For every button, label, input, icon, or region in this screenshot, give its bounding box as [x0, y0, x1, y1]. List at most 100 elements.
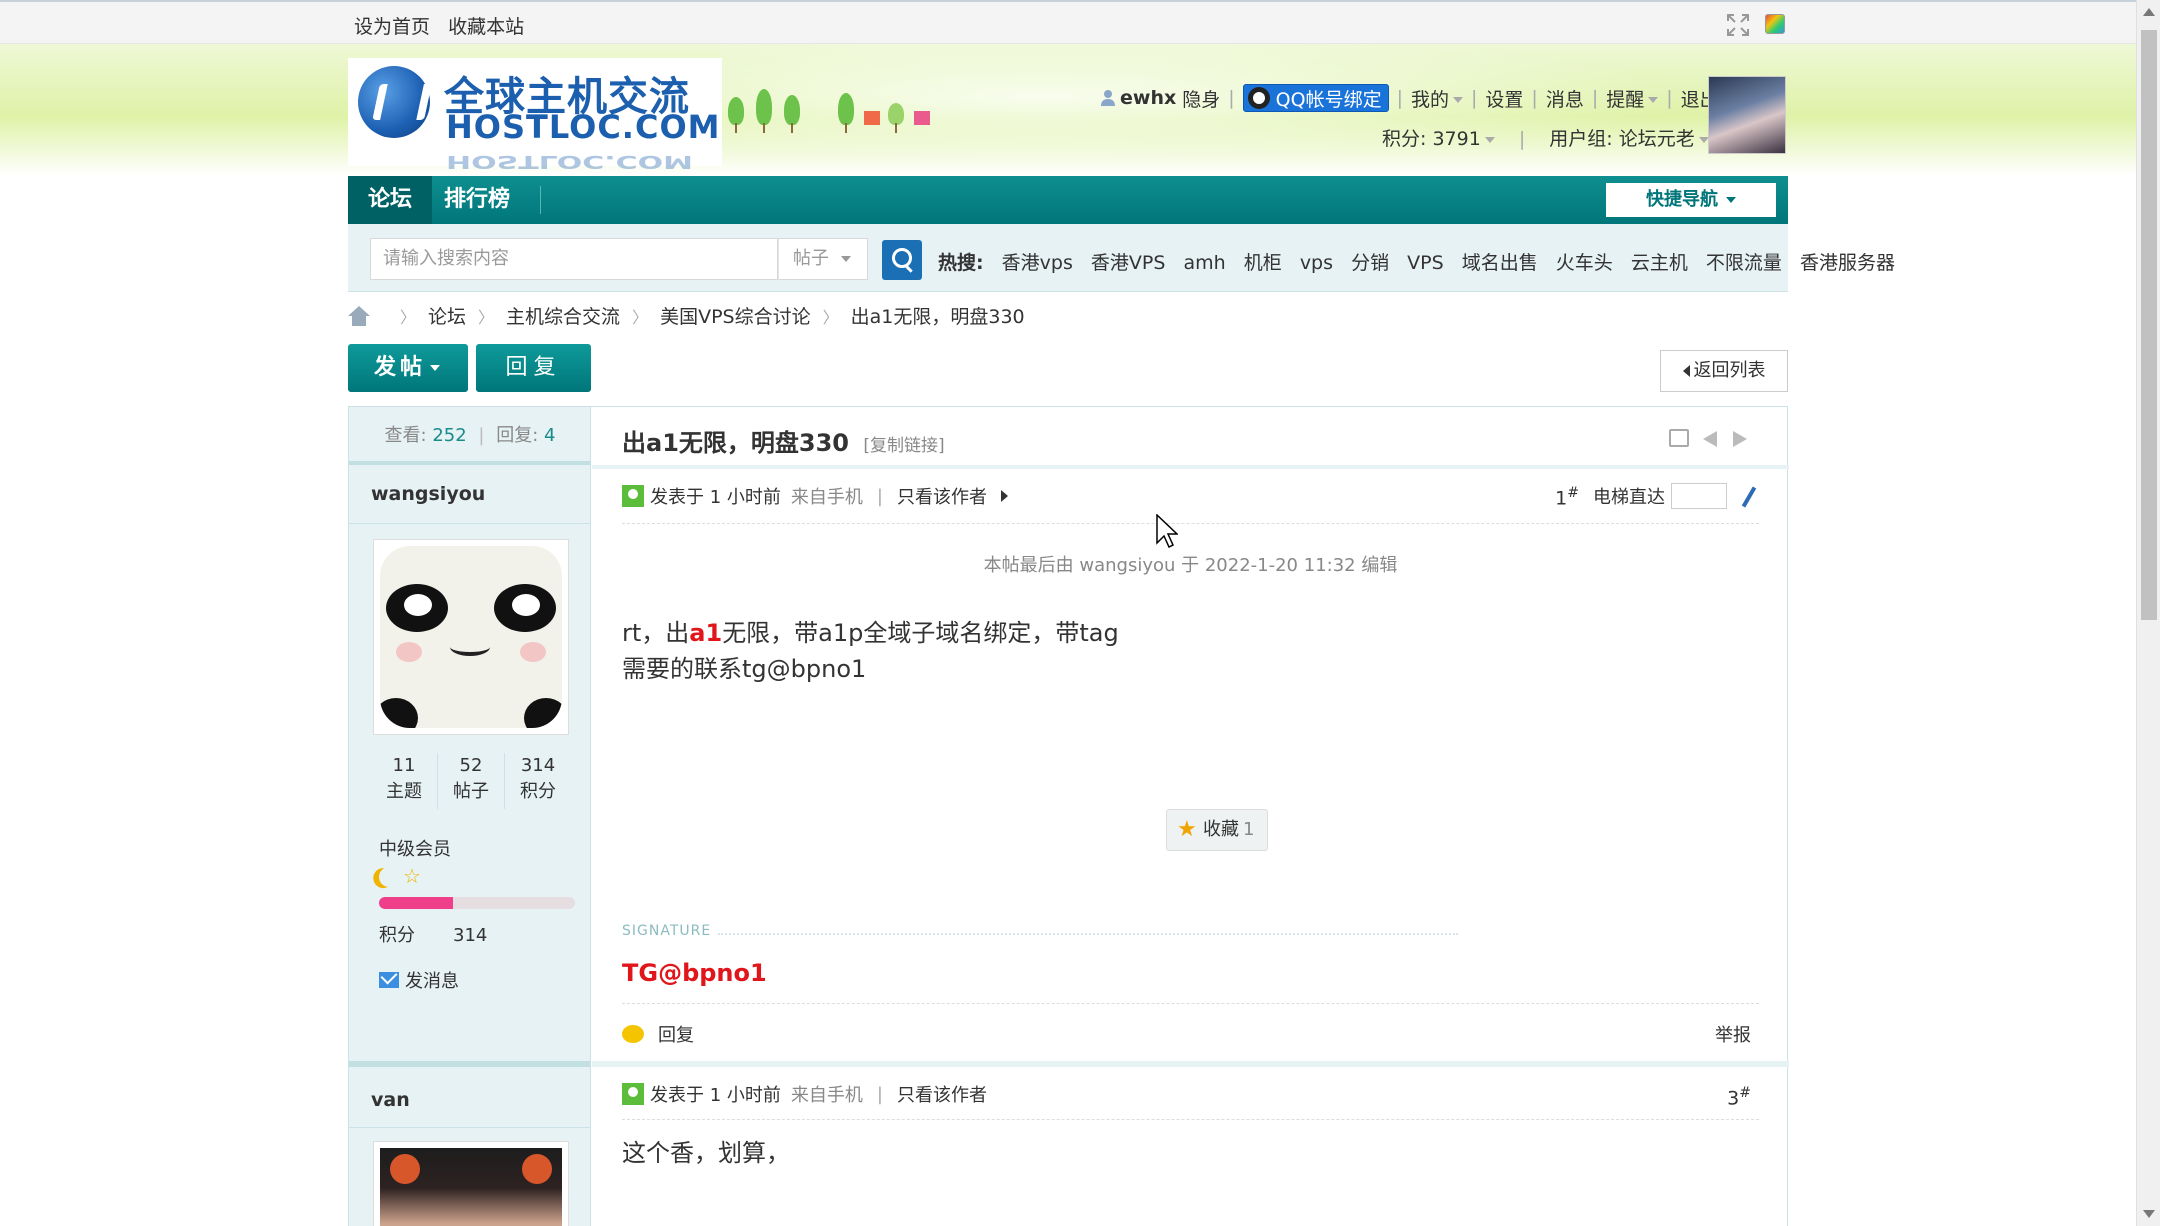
mail-icon [379, 972, 399, 988]
hot-item[interactable]: amh [1184, 252, 1226, 274]
hot-item[interactable]: 香港vps [1002, 252, 1073, 274]
nav-forum[interactable]: 论坛 [348, 176, 433, 224]
prev-thread-icon[interactable] [1703, 431, 1717, 447]
quick-nav-button[interactable]: 快捷导航 [1606, 183, 1776, 217]
hot-item[interactable]: 云主机 [1631, 252, 1688, 274]
post-source: 来自手机 [790, 1085, 863, 1106]
fullscreen-icon[interactable] [1727, 14, 1749, 36]
hot-item[interactable]: 香港服务器 [1800, 252, 1895, 274]
chevron-down-icon [1484, 136, 1495, 143]
post-reply-link[interactable]: 回复 [622, 1021, 694, 1047]
post-text: 需要的联系tg@bpno1 [622, 655, 867, 683]
floor-value: 3 [1727, 1087, 1740, 1110]
hot-item[interactable]: 分销 [1351, 252, 1389, 274]
breadcrumb-forum[interactable]: 论坛 [428, 302, 466, 329]
credit-label: 积分 [379, 925, 415, 946]
author-avatar[interactable] [373, 1141, 569, 1226]
bookmark-link[interactable]: 收藏本站 [448, 16, 524, 38]
user-avatar[interactable] [1708, 76, 1786, 154]
chevron-down-icon [430, 365, 441, 371]
reminders-menu[interactable]: 提醒 [1606, 85, 1659, 112]
elevator-go-icon[interactable] [1739, 486, 1759, 506]
search-type-select[interactable]: 帖子 [778, 238, 868, 280]
floor-number[interactable]: 1# [1555, 485, 1579, 509]
username-link[interactable]: ewhx [1120, 87, 1176, 109]
credit-value: 314 [453, 925, 488, 946]
copy-link[interactable]: [复制链接] [863, 436, 944, 456]
credits-label: 积分: 3791 [1382, 128, 1481, 150]
back-label: 返回列表 [1693, 360, 1766, 381]
send-message-link[interactable]: 发消息 [379, 967, 459, 993]
skin-switch-icon[interactable] [1765, 14, 1785, 34]
scrollbar[interactable] [2136, 0, 2160, 1226]
mine-menu[interactable]: 我的 [1411, 85, 1463, 112]
author-name[interactable]: van [371, 1089, 410, 1111]
level-progress-bar [379, 897, 575, 909]
reply-button[interactable]: 回复 [476, 344, 591, 392]
usergroup-menu[interactable]: 用户组: 论坛元老 [1549, 128, 1709, 150]
post-text: 无限，带a1p全域子域名绑定，带tag [722, 619, 1119, 647]
post-separator [349, 1061, 591, 1067]
floor-value: 1 [1555, 487, 1568, 510]
hot-item[interactable]: vps [1300, 252, 1333, 274]
nav-ranking[interactable]: 排行榜 [424, 176, 530, 224]
only-author-link[interactable]: 只看该作者 [897, 1081, 987, 1107]
credits-menu[interactable]: 积分: 3791 [1382, 128, 1495, 150]
elevator-input[interactable] [1671, 483, 1727, 509]
star-icon: ★ [1177, 817, 1197, 842]
breadcrumb-separator: 〉 [632, 307, 649, 327]
divider [349, 523, 591, 524]
divider [718, 933, 1458, 935]
breadcrumb-thread[interactable]: 出a1无限，明盘330 [851, 302, 1025, 329]
hot-item[interactable]: 火车头 [1556, 252, 1613, 274]
back-to-list-button[interactable]: 返回列表 [1660, 350, 1788, 392]
post-body: rt，出a1无限，带a1p全域子域名绑定，带tag 需要的联系tg@bpno1 [622, 615, 1119, 687]
qq-bind-button[interactable]: QQ帐号绑定 [1242, 84, 1389, 112]
breadcrumb-board[interactable]: 美国VPS综合讨论 [660, 302, 811, 329]
post-source: 来自手机 [790, 487, 863, 508]
thread-title-text: 出a1无限，明盘330 [622, 429, 849, 457]
views-count: 252 [432, 425, 467, 446]
stat-credits[interactable]: 314 积分 [505, 753, 571, 809]
set-home-link[interactable]: 设为首页 [354, 16, 430, 38]
elevator-jump: 电梯直达 [1593, 483, 1759, 509]
search-input[interactable]: 请输入搜索内容 [370, 238, 778, 280]
invisible-toggle[interactable]: 隐身 [1182, 85, 1220, 112]
messages-link[interactable]: 消息 [1546, 85, 1584, 112]
home-icon[interactable] [348, 305, 370, 326]
favorite-button[interactable]: ★ 收藏 1 [1166, 809, 1268, 851]
hot-item[interactable]: 香港VPS [1091, 252, 1166, 274]
report-link[interactable]: 举报 [1715, 1021, 1751, 1047]
breadcrumb-category[interactable]: 主机综合交流 [506, 302, 620, 329]
next-thread-icon[interactable] [1733, 431, 1747, 447]
divider [622, 1119, 1759, 1120]
post-body: 这个香，划算， [622, 1139, 790, 1167]
post-meta: 发表于 1 小时前 来自手机 | 只看该作者 [622, 483, 1008, 509]
hot-item[interactable]: 域名出售 [1462, 252, 1538, 274]
online-status-icon [622, 1083, 644, 1105]
only-author-link[interactable]: 只看该作者 [897, 483, 987, 509]
stat-value: 314 [520, 755, 556, 776]
post-separator [592, 1061, 1789, 1067]
member-level[interactable]: 中级会员 [379, 835, 451, 861]
floor-number[interactable]: 3# [1727, 1085, 1751, 1109]
chevron-down-icon [1648, 97, 1659, 103]
hot-item[interactable]: VPS [1407, 252, 1444, 274]
settings-link[interactable]: 设置 [1485, 85, 1523, 112]
post-time: 发表于 1 小时前 [650, 1085, 781, 1106]
caret-right-icon[interactable] [1000, 490, 1008, 502]
hot-item[interactable]: 机柜 [1244, 252, 1282, 274]
site-logo[interactable]: 全球主机交流 HOSTLOC.COM HOSTLOC.COM [348, 58, 722, 172]
new-post-button[interactable]: 发帖 [348, 344, 468, 392]
hot-item[interactable]: 不限流量 [1706, 252, 1782, 274]
print-icon[interactable] [1669, 429, 1689, 447]
scroll-up-icon[interactable] [2143, 8, 2155, 16]
scroll-down-icon[interactable] [2143, 1210, 2155, 1218]
author-avatar[interactable] [373, 539, 569, 735]
author-name[interactable]: wangsiyou [371, 483, 485, 505]
stat-threads[interactable]: 11 主题 [371, 753, 438, 809]
scroll-thumb[interactable] [2141, 30, 2157, 620]
stat-posts[interactable]: 52 帖子 [438, 753, 505, 809]
search-button[interactable] [882, 240, 922, 280]
panda-avatar-image [380, 546, 562, 728]
